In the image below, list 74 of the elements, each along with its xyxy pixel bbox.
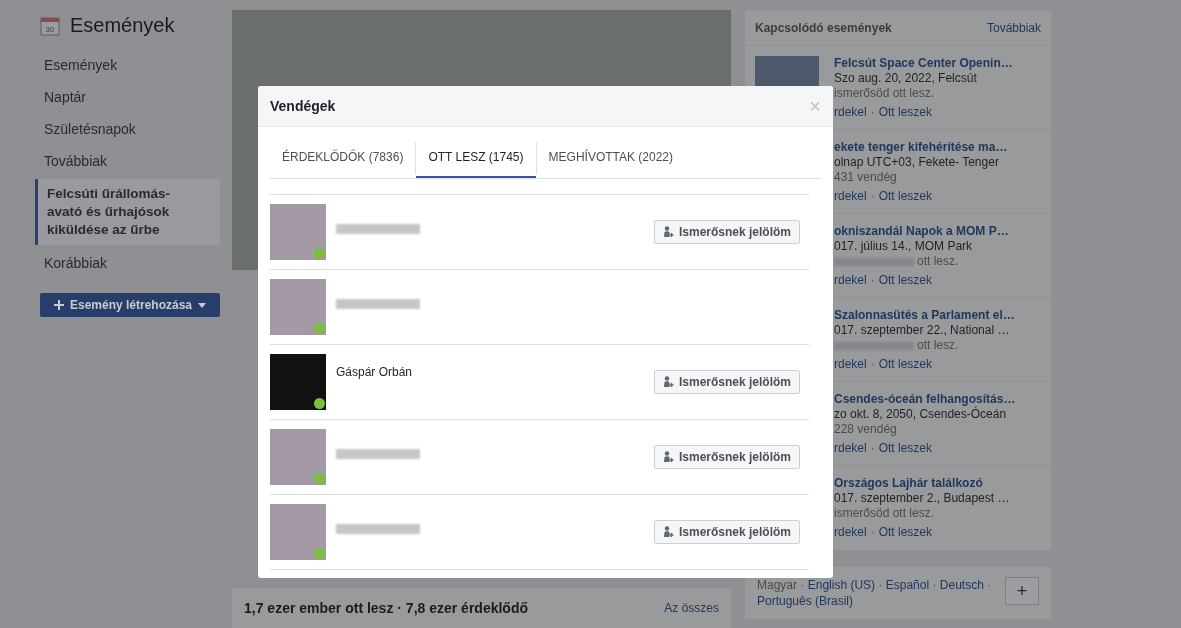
add-friend-icon — [662, 451, 674, 463]
language-link[interactable]: Magyar — [757, 578, 797, 592]
page-title: Események — [70, 14, 175, 37]
sidebar-item[interactable]: Korábbiak — [40, 247, 220, 279]
language-link[interactable]: Deutsch — [939, 578, 984, 592]
more-link[interactable]: Továbbiak — [986, 21, 1041, 35]
attendance-summary: 1,7 ezer ember ott lesz · 7,8 ezer érdeklődő — [244, 600, 528, 616]
add-friend-button[interactable]: Ismerősnek jelölöm — [653, 445, 800, 469]
event-title[interactable]: okniszandál Napok a MOM P… — [834, 224, 1009, 239]
sidebar-item[interactable]: Születésnapok — [40, 113, 220, 145]
separator: · — [870, 189, 875, 204]
create-event-button[interactable]: Esemény létrehozása — [40, 293, 220, 317]
add-friend-icon — [662, 526, 674, 538]
guest-info: ott lesz. — [917, 338, 959, 353]
separator: · — [870, 105, 875, 120]
event-date: olnap UTC+03, Fekete- Tenger — [834, 155, 1000, 170]
event-action-link[interactable]: rdekel — [834, 441, 867, 456]
guest-info: ismerősöd ott lesz. — [834, 86, 935, 101]
calendar-day: 30 — [45, 24, 55, 34]
event-action-link[interactable]: rdekel — [834, 273, 867, 288]
see-all-link[interactable]: Az összes — [664, 601, 719, 615]
event-action-link[interactable]: rdekel — [834, 357, 867, 372]
add-friend-icon — [662, 376, 674, 388]
event-action-link[interactable]: rdekel — [834, 525, 867, 540]
event-action-link[interactable]: rdekel — [834, 105, 867, 120]
dialog-title: Vendégek — [270, 98, 336, 114]
card-title: Kapcsolódó események — [755, 21, 892, 35]
guest-info: 431 vendég — [834, 170, 897, 185]
tab[interactable]: MEGHÍVOTTAK (2022) — [536, 137, 686, 178]
separator: · — [799, 578, 806, 592]
event-action-link[interactable]: Ott leszek — [878, 441, 933, 456]
event-action-link[interactable]: Ott leszek — [878, 525, 933, 540]
add-friend-button[interactable]: Ismerősnek jelölöm — [653, 370, 800, 394]
event-title[interactable]: Szalonnasütés a Parlament el… — [834, 308, 1015, 323]
plus-icon — [53, 300, 64, 310]
separator: · — [870, 273, 875, 288]
sidebar-item[interactable]: Továbbiak — [40, 145, 220, 177]
separator: · — [986, 578, 992, 592]
separator: · — [877, 578, 884, 592]
event-action-link[interactable]: Ott leszek — [878, 357, 933, 372]
sidebar-item[interactable]: Naptár — [40, 81, 220, 113]
sidebar-item[interactable]: Felcsúti űrállomás-avató és űrhajósok kiküldése az űrbe — [35, 179, 220, 245]
event-date: Szo aug. 20, 2022, Felcsút — [834, 71, 978, 86]
separator: · — [870, 525, 875, 540]
language-link[interactable]: Português (Brasil) — [757, 594, 854, 608]
language-link[interactable]: English (US) — [807, 578, 876, 592]
guest-info: 228 vendég — [834, 422, 897, 437]
separator: · — [870, 357, 875, 372]
add-friend-button[interactable]: Ismerősnek jelölöm — [653, 520, 800, 544]
language-link[interactable]: Español — [885, 578, 930, 592]
guest-info: ott lesz. — [917, 254, 959, 269]
event-action-link[interactable]: Ott leszek — [878, 273, 933, 288]
add-friend-icon — [662, 226, 674, 238]
event-title[interactable]: Csendes-óceán felhangosítás… — [834, 392, 1016, 407]
add-friend-button[interactable]: Ismerősnek jelölöm — [653, 220, 800, 244]
event-date: 017. szeptember 22., National … — [834, 323, 1011, 338]
event-date: 017. szeptember 2., Budapest … — [834, 491, 1010, 506]
event-action-link[interactable]: Ott leszek — [878, 105, 933, 120]
event-title[interactable]: Felcsút Space Center Openin… — [834, 56, 1013, 71]
separator: · — [931, 578, 938, 592]
sidebar-item[interactable]: Események — [40, 49, 220, 81]
add-language-button[interactable]: + — [1005, 577, 1039, 605]
tab[interactable]: ÉRDEKLŐDŐK (7836) — [270, 137, 416, 178]
caret-icon — [198, 302, 207, 308]
event-action-link[interactable]: rdekel — [834, 189, 867, 204]
event-date: zo okt. 8, 2050, Csendes-Óceán — [834, 407, 1007, 422]
separator: · — [870, 441, 875, 456]
avatar-placeholder[interactable] — [270, 354, 326, 410]
event-title[interactable]: ekete tenger kifehérítése ma… — [834, 140, 1008, 155]
guest-name[interactable]: Gáspár Orbán — [336, 365, 644, 379]
event-action-link[interactable]: Ott leszek — [878, 189, 933, 204]
event-date: 017. július 14., MOM Park — [834, 239, 974, 254]
event-title[interactable]: Országos Lajhár találkozó — [834, 476, 1010, 491]
guest-info: ismerősöd ott lesz. — [834, 506, 935, 521]
